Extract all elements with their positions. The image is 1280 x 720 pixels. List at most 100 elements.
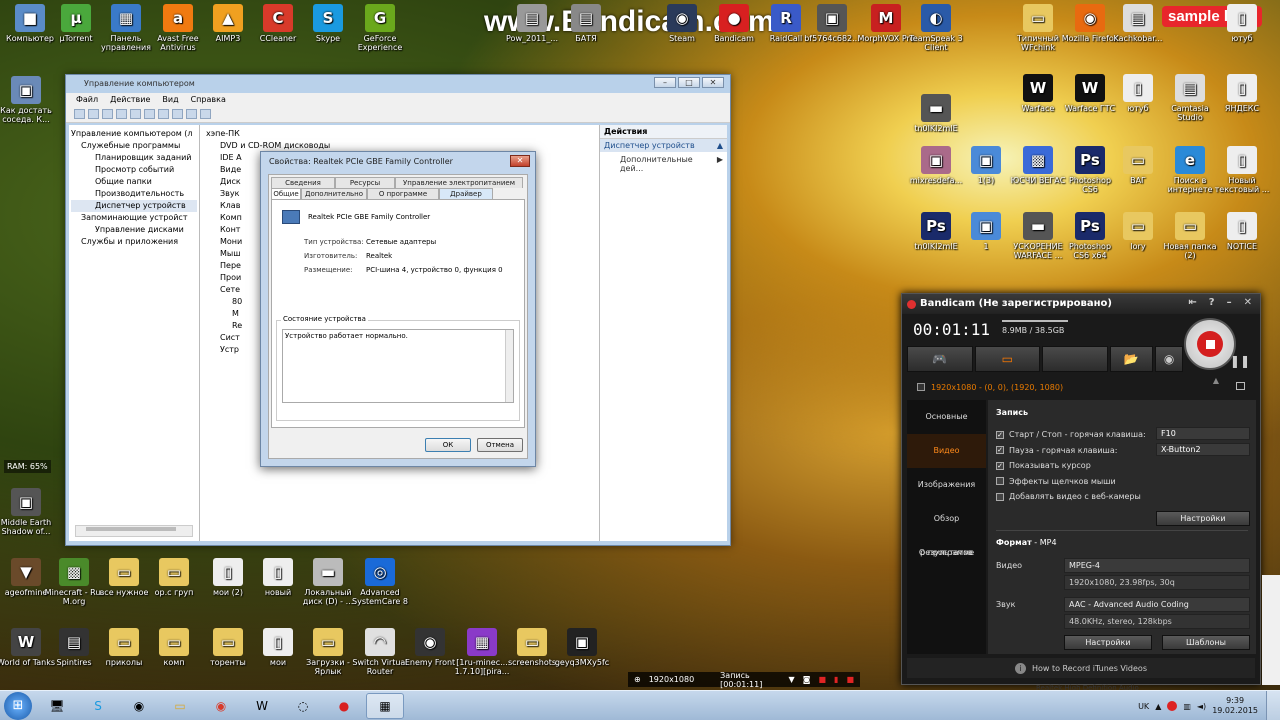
dialog-close-button[interactable]: ✕: [510, 155, 530, 167]
zoom-icon[interactable]: ⊕: [634, 675, 641, 684]
desktop-shortcut[interactable]: ▭ lory: [1108, 212, 1168, 251]
desktop-shortcut[interactable]: e Поиск в интернете: [1160, 146, 1220, 194]
menu-help[interactable]: Справка: [191, 95, 226, 105]
desktop-shortcut[interactable]: ▤ Camtasia Studio: [1160, 74, 1220, 122]
sidebar-item-images[interactable]: Изображения: [907, 468, 986, 502]
horizontal-scrollbar[interactable]: [75, 525, 193, 537]
desktop-shortcut[interactable]: ▬ tn0lKI2mlE: [906, 94, 966, 133]
desktop-shortcut[interactable]: ● Bandicam: [704, 4, 764, 43]
desktop-shortcut[interactable]: ▭ Новая папка (2): [1160, 212, 1220, 260]
tree-item-root[interactable]: Управление компьютером (л: [71, 128, 197, 140]
update-driver-icon[interactable]: [172, 109, 183, 119]
tree-item-device-manager[interactable]: Диспетчер устройств: [71, 200, 197, 212]
desktop-shortcut[interactable]: ▭ комп: [144, 628, 204, 667]
forward-icon[interactable]: [88, 109, 99, 119]
properties-icon[interactable]: [130, 109, 141, 119]
taskbar-bandicam-icon[interactable]: ●: [325, 693, 363, 719]
tree-item-services[interactable]: Службы и приложения: [71, 236, 197, 248]
device-mode-icon[interactable]: [1042, 346, 1108, 372]
open-folder-icon[interactable]: 📂: [1109, 346, 1154, 372]
stop-square-icon[interactable]: ■: [818, 675, 826, 684]
record-settings-button[interactable]: Настройки: [1156, 511, 1250, 526]
tab-about[interactable]: О программе: [367, 188, 439, 199]
minimize-button[interactable]: –: [654, 77, 676, 88]
help-icon[interactable]: [144, 109, 155, 119]
desktop-shortcut[interactable]: W Warface: [1008, 74, 1068, 113]
volume-icon[interactable]: ◄): [1197, 702, 1206, 711]
show-cursor-checkbox[interactable]: ✓: [996, 461, 1004, 470]
desktop-shortcut[interactable]: ▬ Локальный диск (D) - ...: [298, 558, 358, 606]
hotkey-start-checkbox[interactable]: ✓: [996, 430, 1004, 439]
desktop-shortcut[interactable]: ▯ ютуб: [1108, 74, 1168, 113]
up-icon[interactable]: [102, 109, 113, 119]
tree-item-task-scheduler[interactable]: Планировщик заданий: [71, 152, 197, 164]
menu-file[interactable]: Файл: [76, 95, 98, 105]
device-root[interactable]: хэпе-ПК: [206, 128, 593, 140]
desktop-shortcut[interactable]: ▣ Как достать соседа. К...: [0, 76, 56, 124]
taskbar-steam-icon[interactable]: ◉: [120, 693, 158, 719]
bandicam-titlebar[interactable]: Bandicam (Не зарегистрировано) ⇤ ? – ✕: [902, 294, 1260, 314]
desktop-shortcut[interactable]: G GeForce Experience: [350, 4, 410, 52]
desktop-shortcut[interactable]: ▣ Middle Earth Shadow of...: [0, 488, 56, 536]
desktop-shortcut[interactable]: ▭ ВАГ: [1108, 146, 1168, 185]
fullscreen-icon[interactable]: [1236, 382, 1245, 390]
window-titlebar[interactable]: Управление компьютером – □ ✕: [66, 75, 730, 93]
webcam-overlay-checkbox[interactable]: [996, 492, 1004, 501]
dialog-titlebar[interactable]: Свойства: Realtek PCIe GBE Family Contro…: [261, 152, 535, 170]
desktop-shortcut[interactable]: ▯ ЯНДЕКС: [1212, 74, 1272, 113]
desktop-shortcut[interactable]: ▣ 1(3): [956, 146, 1016, 185]
desktop-shortcut[interactable]: ▣ geyq3MXy5fc: [552, 628, 612, 667]
tray-app-icon[interactable]: [1167, 701, 1178, 711]
desktop-shortcut[interactable]: ▬ УСКОРЕНИЕ WARFACE ...: [1008, 212, 1068, 260]
taskbar-skype-icon[interactable]: S: [79, 693, 117, 719]
desktop-shortcut[interactable]: ◉ Enemy Front: [400, 628, 460, 667]
desktop-shortcut[interactable]: ▭ Загрузки - Ярлык: [298, 628, 358, 676]
collapse-icon[interactable]: ▲: [717, 141, 723, 150]
close-button[interactable]: ✕: [702, 77, 724, 88]
taskbar-chrome-icon[interactable]: ◉: [202, 693, 240, 719]
collapse-arrow-icon[interactable]: ▲: [1213, 376, 1219, 385]
screen-mode-icon[interactable]: ▭: [974, 346, 1040, 372]
desktop-shortcut[interactable]: ▯ ютуб: [1212, 4, 1272, 43]
desktop-shortcut[interactable]: ▤ БАТЯ: [556, 4, 616, 43]
taskbar-explorer-icon[interactable]: 🖥: [38, 693, 76, 719]
menu-action[interactable]: Действие: [110, 95, 150, 105]
sidebar-item-output[interactable]: Обзор результатов: [907, 502, 986, 557]
dropdown-icon[interactable]: ▼: [789, 675, 795, 684]
tab-general[interactable]: Общие: [271, 188, 301, 199]
actions-more[interactable]: Дополнительные дей... ▶: [600, 152, 727, 176]
help-question-icon[interactable]: ?: [1209, 297, 1215, 308]
show-tree-icon[interactable]: [116, 109, 127, 119]
tab-resources[interactable]: Ресурсы: [335, 177, 395, 188]
desktop-shortcut[interactable]: ▣ bf5764c682...: [802, 4, 862, 43]
desktop-shortcut[interactable]: ▯ NOTICE: [1212, 212, 1272, 251]
desktop-shortcut[interactable]: ▦ Панель управления: [96, 4, 156, 52]
clock[interactable]: 9:39 19.02.2015: [1212, 696, 1258, 716]
tab-power-management[interactable]: Управление электропитанием: [395, 177, 523, 188]
desktop-shortcut[interactable]: ▭ Типичный WFchink: [1008, 4, 1068, 52]
desktop-shortcut[interactable]: ◐ TeamSpeak 3 Client: [906, 4, 966, 52]
status-scrollbar[interactable]: [505, 330, 513, 402]
tab-advanced[interactable]: Дополнительно: [301, 188, 367, 199]
sidebar-item-general[interactable]: Основные: [907, 400, 986, 434]
tree-item-system-tools[interactable]: Служебные программы: [71, 140, 197, 152]
tree-item-performance[interactable]: Производительность: [71, 188, 197, 200]
actions-device-manager[interactable]: Диспетчер устройств ▲: [600, 139, 727, 152]
ok-button[interactable]: ОК: [425, 438, 471, 452]
bandicam-close-button[interactable]: ✕: [1244, 297, 1252, 308]
pause-icon[interactable]: ❚❚: [1230, 354, 1250, 368]
desktop-shortcut[interactable]: S Skype: [298, 4, 358, 43]
menu-view[interactable]: Вид: [162, 95, 178, 105]
desktop-shortcut[interactable]: ▤ Pow_2011_...: [502, 4, 562, 43]
show-desktop-button[interactable]: [1266, 691, 1280, 720]
desktop-shortcut[interactable]: ▤ Kachkobar...: [1108, 4, 1168, 43]
bandicam-minimize-button[interactable]: –: [1227, 297, 1232, 308]
resolution-checkbox[interactable]: [917, 383, 925, 391]
tree-item-disk-management[interactable]: Управление дисками: [71, 224, 197, 236]
camera-icon[interactable]: ◙: [803, 675, 811, 684]
start-hotkey-field[interactable]: F10: [1156, 427, 1250, 440]
taskbar-wot-icon[interactable]: W: [243, 693, 281, 719]
tab-driver[interactable]: Драйвер: [439, 188, 493, 199]
disable-icon[interactable]: [186, 109, 197, 119]
tree-item-storage[interactable]: Запоминающие устройст: [71, 212, 197, 224]
